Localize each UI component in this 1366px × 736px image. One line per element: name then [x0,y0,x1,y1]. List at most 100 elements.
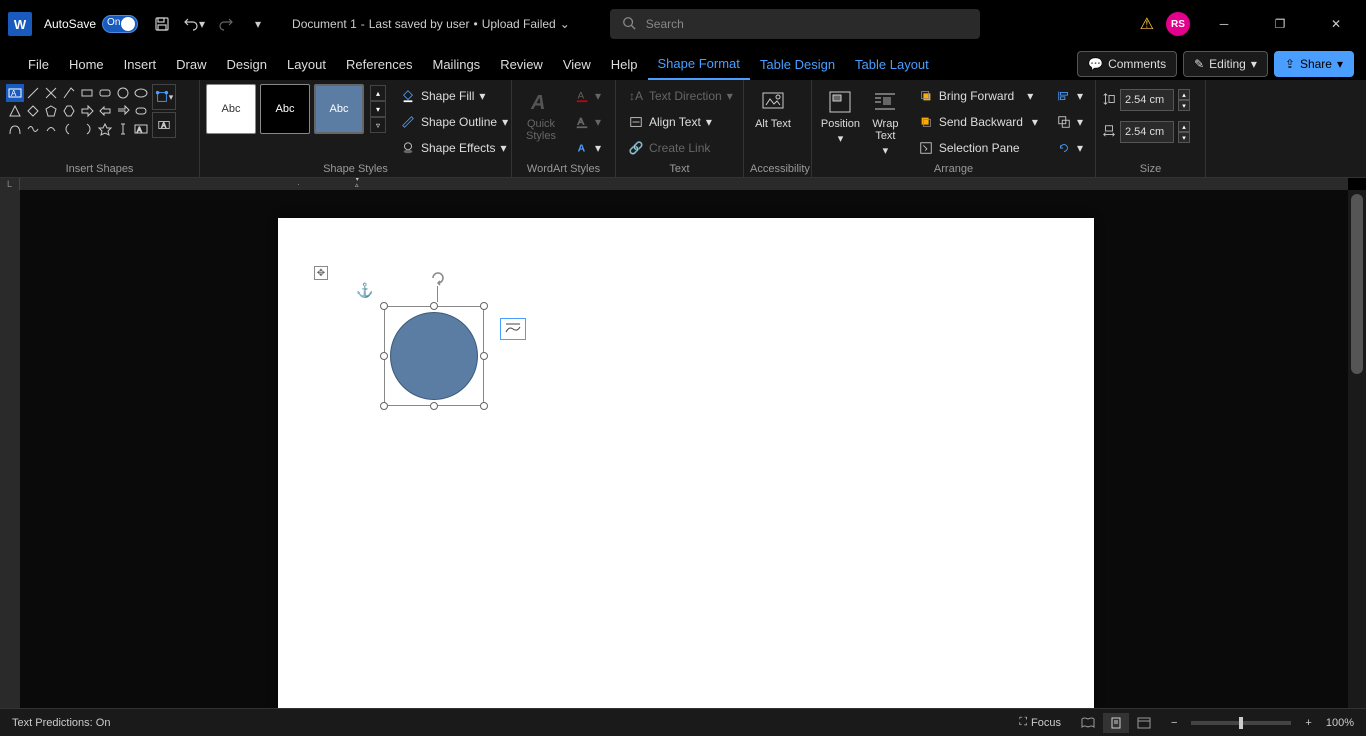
resize-handle-mr[interactable] [480,352,488,360]
tab-review[interactable]: Review [490,48,553,80]
tab-layout[interactable]: Layout [277,48,336,80]
minimize-button[interactable]: ─ [1202,8,1246,40]
resize-handle-ml[interactable] [380,352,388,360]
tab-help[interactable]: Help [601,48,648,80]
tab-file[interactable]: File [18,48,59,80]
resize-handle-tr[interactable] [480,302,488,310]
zoom-slider[interactable] [1191,721,1291,725]
text-outline-button: A▾ [568,110,607,134]
read-mode-icon[interactable] [1075,713,1101,733]
style-preset-3[interactable]: Abc [314,84,364,134]
undo-icon[interactable]: ▾ [180,10,208,38]
wordart-icon: A [527,88,555,116]
vertical-ruler[interactable] [0,190,20,708]
align-button[interactable]: ▾ [1050,84,1089,108]
zoom-in-button[interactable]: + [1305,717,1311,729]
resize-handle-tc[interactable] [430,302,438,310]
shape-height-input[interactable]: 2.54 cm ▴▾ [1102,88,1190,112]
selection-pane-button[interactable]: Selection Pane [912,136,1044,160]
chevron-down-icon: ▾ [1251,57,1257,71]
style-preset-1[interactable]: Abc [206,84,256,134]
group-text: ↕AText Direction▾ Align Text▾ 🔗Create Li… [616,80,744,177]
autosave-toggle[interactable]: On [102,15,138,33]
position-button[interactable]: Position▾ [818,84,863,149]
wrap-text-icon [871,88,899,116]
shape-width-input[interactable]: 2.54 cm ▴▾ [1102,120,1190,144]
tab-home[interactable]: Home [59,48,114,80]
text-predictions-status[interactable]: Text Predictions: On [12,717,110,729]
editing-button[interactable]: ✎Editing▾ [1183,51,1268,77]
web-layout-icon[interactable] [1131,713,1157,733]
fill-icon [400,88,416,104]
save-icon[interactable] [148,10,176,38]
ruler-corner: L [0,178,20,190]
restore-button[interactable]: ❐ [1258,8,1302,40]
shape-outline-button[interactable]: Shape Outline▾ [394,110,514,134]
width-spinner[interactable]: ▴▾ [1178,121,1190,143]
document-area[interactable]: ✥ ⚓ [20,190,1348,708]
tab-table-design[interactable]: Table Design [750,48,845,80]
print-layout-icon[interactable] [1103,713,1129,733]
shape-styles-gallery[interactable]: Abc Abc Abc ▴▾▿ [206,84,386,134]
resize-handle-tl[interactable] [380,302,388,310]
group-label: Insert Shapes [6,161,193,177]
tab-table-layout[interactable]: Table Layout [845,48,939,80]
send-backward-button[interactable]: Send Backward▾ [912,110,1044,134]
shapes-gallery[interactable]: A [6,84,150,138]
layout-options-button[interactable] [500,318,526,340]
shape-fill-button[interactable]: Shape Fill▾ [394,84,514,108]
alt-text-icon [759,88,787,116]
quick-access-toolbar: ▾ ▾ [148,10,272,38]
page[interactable]: ✥ ⚓ [278,218,1094,708]
move-handle-icon[interactable]: ✥ [314,266,328,280]
svg-text:A: A [578,143,586,155]
tab-mailings[interactable]: Mailings [423,48,491,80]
comments-button[interactable]: 💬Comments [1077,51,1177,77]
document-title[interactable]: Document 1 - Last saved by user • Upload… [292,17,570,31]
warning-icon[interactable]: ⚠ [1140,14,1154,34]
wrap-text-button[interactable]: Wrap Text▾ [863,84,908,161]
group-button[interactable]: ▾ [1050,110,1089,134]
tab-references[interactable]: References [336,48,422,80]
tab-view[interactable]: View [553,48,601,80]
search-input[interactable]: Search [610,9,980,39]
selected-shape[interactable] [384,306,484,406]
anchor-icon[interactable]: ⚓ [356,282,373,299]
resize-handle-bc[interactable] [430,402,438,410]
focus-mode-button[interactable]: ⛶Focus [1019,716,1061,729]
user-avatar[interactable]: RS [1166,12,1190,36]
tab-insert[interactable]: Insert [114,48,167,80]
autosave-control[interactable]: AutoSave On [44,15,138,33]
zoom-out-button[interactable]: − [1171,717,1177,729]
horizontal-ruler[interactable]: · ▾ ▵ [20,178,1348,190]
resize-handle-bl[interactable] [380,402,388,410]
ribbon-tabs: File Home Insert Draw Design Layout Refe… [0,48,1366,80]
styles-scroll[interactable]: ▴▾▿ [370,85,386,133]
qat-customize-icon[interactable]: ▾ [244,10,272,38]
shape-effects-button[interactable]: Shape Effects▾ [394,136,514,160]
tab-shape-format[interactable]: Shape Format [648,48,750,80]
alt-text-button[interactable]: Alt Text [750,84,796,134]
zoom-thumb[interactable] [1239,717,1243,729]
zoom-level[interactable]: 100% [1326,717,1354,729]
bring-forward-button[interactable]: Bring Forward▾ [912,84,1044,108]
rotate-handle[interactable] [430,270,446,286]
share-button[interactable]: ⇪Share▾ [1274,51,1354,77]
shapes-gallery-more[interactable]: ▾ A [152,84,176,138]
chevron-down-icon[interactable]: ⌄ [560,17,570,31]
close-button[interactable]: ✕ [1314,8,1358,40]
align-text-button[interactable]: Align Text▾ [622,110,739,134]
tab-draw[interactable]: Draw [166,48,216,80]
edit-shape-icon[interactable]: ▾ [152,84,176,110]
style-preset-2[interactable]: Abc [260,84,310,134]
rotate-button[interactable]: ▾ [1050,136,1089,160]
title-bar: W AutoSave On ▾ ▾ Document 1 - Last save… [0,0,1366,48]
redo-icon[interactable] [212,10,240,38]
text-box-icon[interactable]: A [152,112,176,138]
text-effects-button[interactable]: A▾ [568,136,607,160]
resize-handle-br[interactable] [480,402,488,410]
tab-design[interactable]: Design [217,48,277,80]
scrollbar-thumb[interactable] [1351,194,1363,374]
vertical-scrollbar[interactable] [1348,190,1366,708]
height-spinner[interactable]: ▴▾ [1178,89,1190,111]
